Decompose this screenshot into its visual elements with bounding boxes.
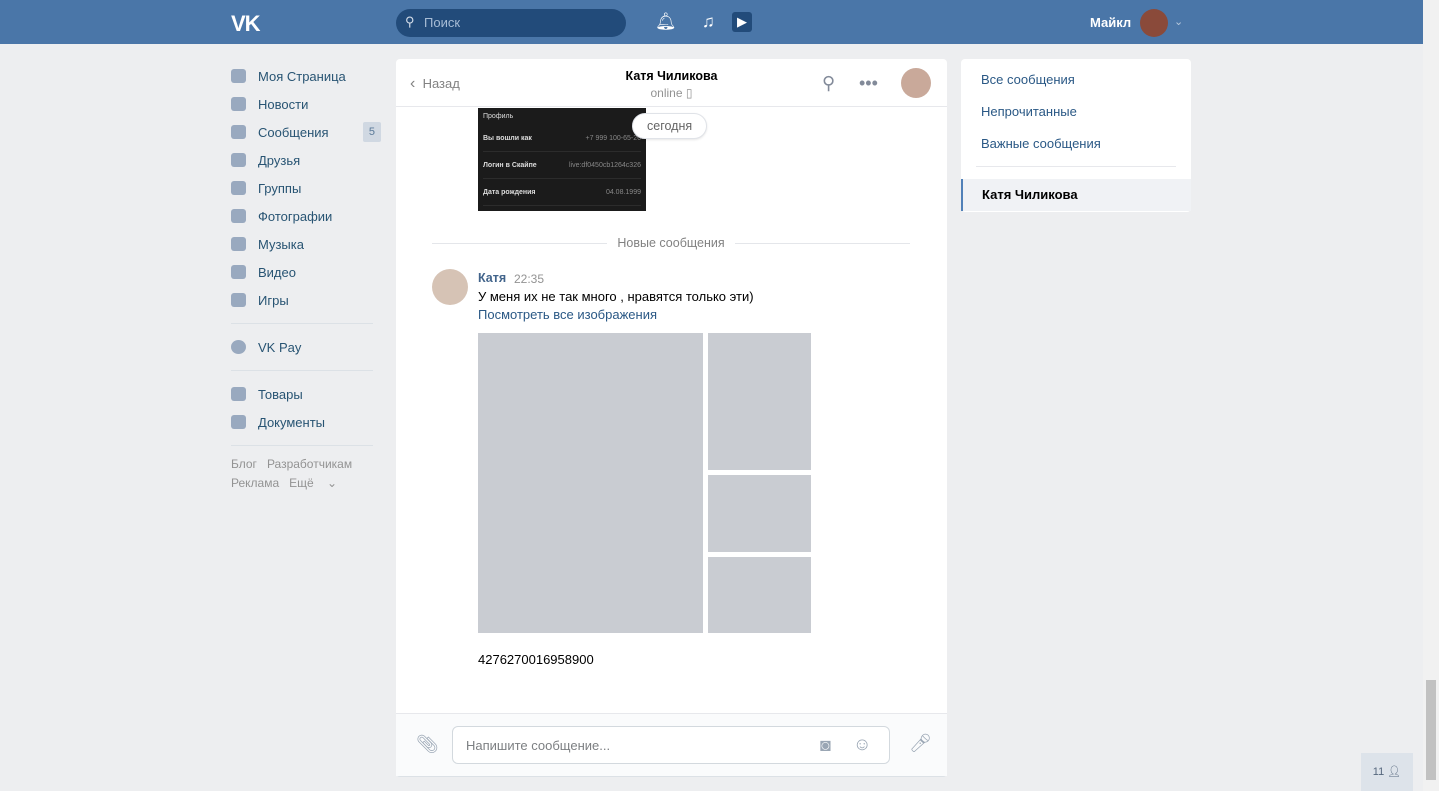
sidebar-item-my-page[interactable]: Моя Страница: [231, 62, 381, 90]
more-icon[interactable]: •••: [859, 73, 878, 94]
label: Моя Страница: [258, 68, 346, 84]
bag-icon: [231, 387, 246, 401]
sidebar-item-docs[interactable]: Документы: [231, 408, 381, 436]
online-count: 11: [1372, 766, 1385, 778]
paperclip-icon[interactable]: 📎︎: [416, 734, 439, 755]
sidebar: Моя Страница Новости Сообщения 5 Друзья Г…: [231, 62, 381, 493]
message-text: У меня их не так много , нравятся только…: [478, 289, 754, 304]
ads-link[interactable]: Реклама: [231, 476, 279, 490]
new-messages-label: Новые сообщения: [607, 236, 735, 250]
screenshot-row: Дата рождения 04.08.1999: [483, 179, 641, 206]
message-filters: Все сообщения Непрочитанные Важные сообщ…: [961, 59, 1191, 212]
date-badge: сегодня: [632, 113, 708, 139]
screenshot-attachment[interactable]: Профиль Вы вошли как +7 999 100-65-26 Лог…: [478, 108, 646, 211]
label: Музыка: [258, 236, 304, 252]
user-name[interactable]: Майкл: [1090, 15, 1131, 30]
label: Видео: [258, 264, 296, 280]
photo-attachment[interactable]: [478, 333, 703, 633]
divider: [231, 370, 373, 371]
search-input[interactable]: ⚲ Поиск: [396, 9, 626, 37]
label: Сообщения: [258, 124, 329, 140]
messages-icon: [231, 125, 246, 139]
photo-attachment[interactable]: [708, 557, 811, 633]
mobile-icon: ▯: [685, 86, 693, 100]
input-placeholder: Напишите сообщение...: [466, 738, 611, 753]
search-placeholder: Поиск: [424, 15, 461, 30]
friends-icon: [231, 153, 246, 167]
sidebar-item-vkpay[interactable]: VK Pay: [231, 333, 381, 361]
status-text: online: [650, 86, 683, 100]
label: Игры: [258, 292, 289, 308]
label: Друзья: [258, 152, 301, 168]
sidebar-item-friends[interactable]: Друзья: [231, 146, 381, 174]
sidebar-item-games[interactable]: Игры: [231, 286, 381, 314]
filter-active-chat[interactable]: Катя Чиликова: [961, 179, 1191, 211]
divider: [231, 323, 373, 324]
bell-icon[interactable]: 🔔︎: [655, 12, 677, 32]
vk-logo[interactable]: VK: [231, 11, 261, 37]
photo-attachment[interactable]: [708, 475, 811, 552]
camera-icon: [231, 209, 246, 223]
more-label: Ещё: [289, 476, 314, 490]
groups-icon: [231, 181, 246, 195]
sidebar-item-messages[interactable]: Сообщения 5: [231, 118, 381, 146]
screenshot-row: Логин в Скайпе live:df0450cb1264c326: [483, 152, 641, 179]
more-link[interactable]: Ещё ⌄: [289, 476, 337, 490]
label: Товары: [258, 386, 303, 402]
microphone-icon[interactable]: 🎤︎: [909, 733, 932, 754]
divider: [231, 445, 373, 446]
music-icon[interactable]: ♫: [702, 12, 715, 32]
new-messages-divider: Новые сообщения: [432, 236, 910, 250]
filter-all[interactable]: Все сообщения: [961, 64, 1191, 96]
gamepad-icon: [231, 293, 246, 307]
emoji-icon[interactable]: ☺: [853, 734, 871, 755]
video-play-icon[interactable]: ▶: [732, 12, 752, 32]
filter-unread[interactable]: Непрочитанные: [961, 96, 1191, 128]
label: Документы: [258, 414, 326, 430]
search-icon: ⚲: [405, 14, 415, 29]
camera-icon[interactable]: ◙: [820, 735, 831, 756]
scrollbar[interactable]: [1423, 0, 1439, 791]
chevron-down-icon[interactable]: ⌄: [1174, 15, 1183, 28]
filter-important[interactable]: Важные сообщения: [961, 128, 1191, 160]
online-friends-button[interactable]: 11 👤︎: [1361, 753, 1413, 791]
sidebar-item-groups[interactable]: Группы: [231, 174, 381, 202]
unread-badge: 5: [362, 122, 381, 142]
screenshot-row: Вы вошли как +7 999 100-65-26: [483, 125, 641, 152]
label: Группы: [258, 180, 302, 196]
chat-avatar[interactable]: [901, 68, 931, 98]
news-icon: [231, 97, 246, 111]
message-number-text: 4276270016958900: [478, 652, 594, 667]
sidebar-item-news[interactable]: Новости: [231, 90, 381, 118]
label: Новости: [258, 96, 309, 112]
dev-link[interactable]: Разработчикам: [267, 457, 352, 471]
sender-name[interactable]: Катя: [478, 271, 506, 285]
view-all-images-link[interactable]: Посмотреть все изображения: [478, 307, 657, 322]
video-icon: [231, 265, 246, 279]
screenshot-title: Профиль: [483, 113, 514, 120]
home-icon: [231, 69, 246, 83]
sender-avatar[interactable]: [432, 269, 468, 305]
footer-links: Блог Разработчикам Реклама Ещё ⌄: [231, 455, 381, 493]
user-avatar[interactable]: [1140, 9, 1168, 37]
chat-panel: ‹ Назад Катя Чиликова online ▯ ⚲ ••• Про…: [396, 59, 947, 776]
music-icon: [231, 237, 246, 251]
sidebar-item-photos[interactable]: Фотографии: [231, 202, 381, 230]
label: Фотографии: [258, 208, 333, 224]
divider: [976, 166, 1176, 167]
blog-link[interactable]: Блог: [231, 457, 257, 471]
message-time[interactable]: 22:35: [514, 272, 544, 286]
photo-attachment[interactable]: [708, 333, 811, 470]
document-icon: [231, 415, 246, 429]
label: VK Pay: [258, 339, 302, 355]
sidebar-item-video[interactable]: Видео: [231, 258, 381, 286]
search-icon[interactable]: ⚲: [822, 73, 835, 94]
sidebar-item-goods[interactable]: Товары: [231, 380, 381, 408]
composer: 📎︎ Напишите сообщение... ◙ ☺ 🎤︎: [396, 713, 947, 776]
top-bar: VK ⚲ Поиск 🔔︎ ♫ ▶ Майкл ⌄: [0, 0, 1423, 44]
person-icon: 👤︎: [1387, 766, 1402, 778]
sidebar-item-music[interactable]: Музыка: [231, 230, 381, 258]
ruble-icon: [231, 340, 246, 354]
chat-header: ‹ Назад Катя Чиликова online ▯ ⚲ •••: [396, 59, 947, 107]
